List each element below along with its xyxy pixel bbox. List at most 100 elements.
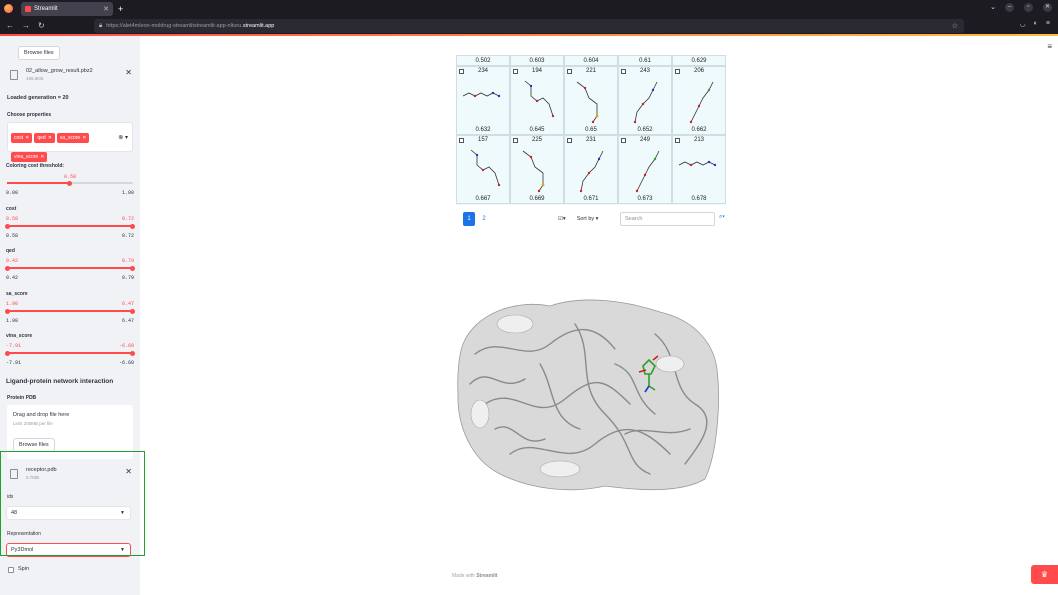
molecule-id: 231 <box>585 137 596 143</box>
search-input[interactable]: Search <box>620 212 715 226</box>
property-chip[interactable]: vina_score ✕ <box>11 152 48 162</box>
uploaded-file-name: 02_allow_grow_result.pbz2 <box>26 68 93 74</box>
multiselect-controls-icon[interactable]: ⊗ ▾ <box>118 134 128 141</box>
cost-low-value: 0.58 <box>6 216 19 222</box>
close-window-icon[interactable]: ✕ <box>1043 3 1052 12</box>
slider-thumb-low[interactable] <box>5 223 10 229</box>
molecule-structure-image <box>462 91 501 98</box>
slider-max: 1.00 <box>121 190 134 196</box>
properties-multiselect[interactable]: cost ✕ qed ✕ sa_score ✕ vina_score ✕ ⊗ ▾ <box>7 122 133 162</box>
qed-high-value: 0.79 <box>121 258 134 264</box>
url-bar[interactable]: 🔒︎ https://alet4mleon-moldrug-streamlits… <box>94 19 964 33</box>
qed-range-slider[interactable]: qed 0.42 0.79 0.42 0.79 <box>5 248 135 284</box>
molecule-cell[interactable]: 213 0.678 <box>672 135 726 204</box>
molecule-score: 0.673 <box>637 196 653 202</box>
back-icon[interactable]: ← <box>6 21 14 30</box>
molecule-id: 225 <box>531 137 542 143</box>
grid-cell[interactable]: 0.61 <box>618 55 672 66</box>
sa-score-range-slider[interactable]: sa_score 1.90 6.47 1.90 6.47 <box>5 291 135 327</box>
search-icon[interactable]: ⌕▾ <box>719 214 725 221</box>
minimize-icon[interactable]: – <box>1005 3 1014 12</box>
sort-button[interactable]: Sort by ▾ <box>574 212 602 226</box>
molecule-cell[interactable]: 221 0.65 <box>564 66 618 135</box>
slider-thumb-high[interactable] <box>130 308 135 314</box>
grid-cell[interactable]: 0.502 <box>456 55 510 66</box>
molecule-score: 0.667 <box>475 196 491 202</box>
molecule-structure-image <box>522 150 545 193</box>
slider-min: 0.00 <box>6 190 19 196</box>
molecule-cell[interactable]: 225 0.669 <box>510 135 564 204</box>
slider-thumb-low[interactable] <box>5 350 10 356</box>
molecule-cell[interactable]: 194 0.645 <box>510 66 564 135</box>
grid-cell[interactable]: 0.603 <box>510 55 564 66</box>
close-tab-icon[interactable]: ✕ <box>103 5 109 13</box>
property-chip[interactable]: qed ✕ <box>34 133 55 143</box>
extensions-icon[interactable]: ◐ <box>1034 20 1038 28</box>
list-tabs-icon[interactable]: ⌄ <box>990 3 996 11</box>
reload-icon[interactable]: ↻ <box>38 21 45 30</box>
cost-high-value: 0.72 <box>121 216 134 222</box>
bookmark-star-icon[interactable]: ☆ <box>952 22 958 30</box>
uploaded-file: 02_allow_grow_result.pbz2 166.5KB ✕ <box>0 68 140 90</box>
slider-thumb[interactable] <box>67 180 72 186</box>
molecule-cell[interactable]: 234 0.632 <box>456 66 510 135</box>
browser-tab[interactable]: Streamlit ✕ <box>21 1 113 16</box>
footer-brand[interactable]: Streamlit <box>476 573 497 579</box>
grid-cell[interactable]: 0.629 <box>672 55 726 66</box>
grid-toolbar: ☑▾ Sort by ▾ <box>555 212 601 226</box>
molecule-cell[interactable]: 249 0.673 <box>618 135 672 204</box>
slider-thumb-high[interactable] <box>130 350 135 356</box>
slider-thumb-low[interactable] <box>5 308 10 314</box>
molecule-id: 221 <box>585 68 596 74</box>
property-chip[interactable]: sa_score ✕ <box>56 133 90 143</box>
page-button[interactable]: 1 <box>463 212 475 226</box>
remove-chip-icon[interactable]: ✕ <box>25 135 29 141</box>
slider-thumb-high[interactable] <box>130 265 135 271</box>
slider-max: -6.60 <box>118 360 134 366</box>
maximize-icon[interactable]: ▫ <box>1024 3 1033 12</box>
qed-low-value: 0.42 <box>6 258 19 264</box>
slider-min: 0.58 <box>6 233 19 239</box>
cell-score: 0.502 <box>475 58 491 64</box>
vina-score-range-slider[interactable]: vina_score -7.91 -6.60 -7.91 -6.60 <box>5 333 135 369</box>
qed-slider-label: qed <box>6 248 15 254</box>
cost-range-slider[interactable]: cost 0.58 0.72 0.58 0.72 <box>5 206 135 242</box>
select-all-icon[interactable]: ☑▾ <box>555 212 569 226</box>
property-chip[interactable]: cost ✕ <box>11 133 33 143</box>
grid-cell[interactable]: 0.604 <box>564 55 618 66</box>
molecule-id: 213 <box>693 137 704 143</box>
slider-fill <box>7 225 133 227</box>
remove-chip-icon[interactable]: ✕ <box>48 135 52 141</box>
molecule-cell[interactable]: 231 0.671 <box>564 135 618 204</box>
molecule-score: 0.645 <box>529 127 545 133</box>
remove-chip-icon[interactable]: ✕ <box>40 154 44 160</box>
molecule-score: 0.652 <box>637 127 653 133</box>
browse-files-button[interactable]: Browse files <box>13 438 55 452</box>
footer-text: Made with <box>452 573 475 579</box>
molecule-cell[interactable]: 157 0.667 <box>456 135 510 204</box>
remove-chip-icon[interactable]: ✕ <box>82 135 86 141</box>
browse-files-button[interactable]: Browse files <box>18 46 60 60</box>
molecule-cell[interactable]: 206 0.662 <box>672 66 726 135</box>
new-tab-icon[interactable]: + <box>118 4 123 14</box>
sa-score-high-value: 6.47 <box>121 301 134 307</box>
browser-menu-icon[interactable]: ≡ <box>1046 20 1050 28</box>
slider-thumb-low[interactable] <box>5 265 10 271</box>
slider-thumb-high[interactable] <box>130 223 135 229</box>
protein-3d-viewer[interactable] <box>455 294 721 495</box>
pocket-icon[interactable]: ◡ <box>1020 20 1026 28</box>
url-host: streamlit.app <box>242 23 275 29</box>
sa-score-slider-label: sa_score <box>6 291 28 297</box>
forward-icon[interactable]: → <box>22 21 30 30</box>
slider-fill <box>7 182 69 184</box>
molecule-structure-image <box>524 80 555 118</box>
molecule-score: 0.632 <box>475 127 491 133</box>
page-button[interactable]: 2 <box>478 212 490 226</box>
coloring-threshold-slider[interactable]: Coloring cost threshold: 0.58 0.00 1.00 <box>6 163 134 199</box>
molecule-cell[interactable]: 243 0.652 <box>618 66 672 135</box>
remove-file-icon[interactable]: ✕ <box>125 68 132 77</box>
app-menu-icon[interactable]: ≡ <box>1047 42 1052 51</box>
protein-pdb-label: Protein PDB <box>7 395 37 401</box>
spin-checkbox[interactable] <box>8 567 14 573</box>
streamlit-crown-button[interactable]: ♛ <box>1031 565 1058 584</box>
